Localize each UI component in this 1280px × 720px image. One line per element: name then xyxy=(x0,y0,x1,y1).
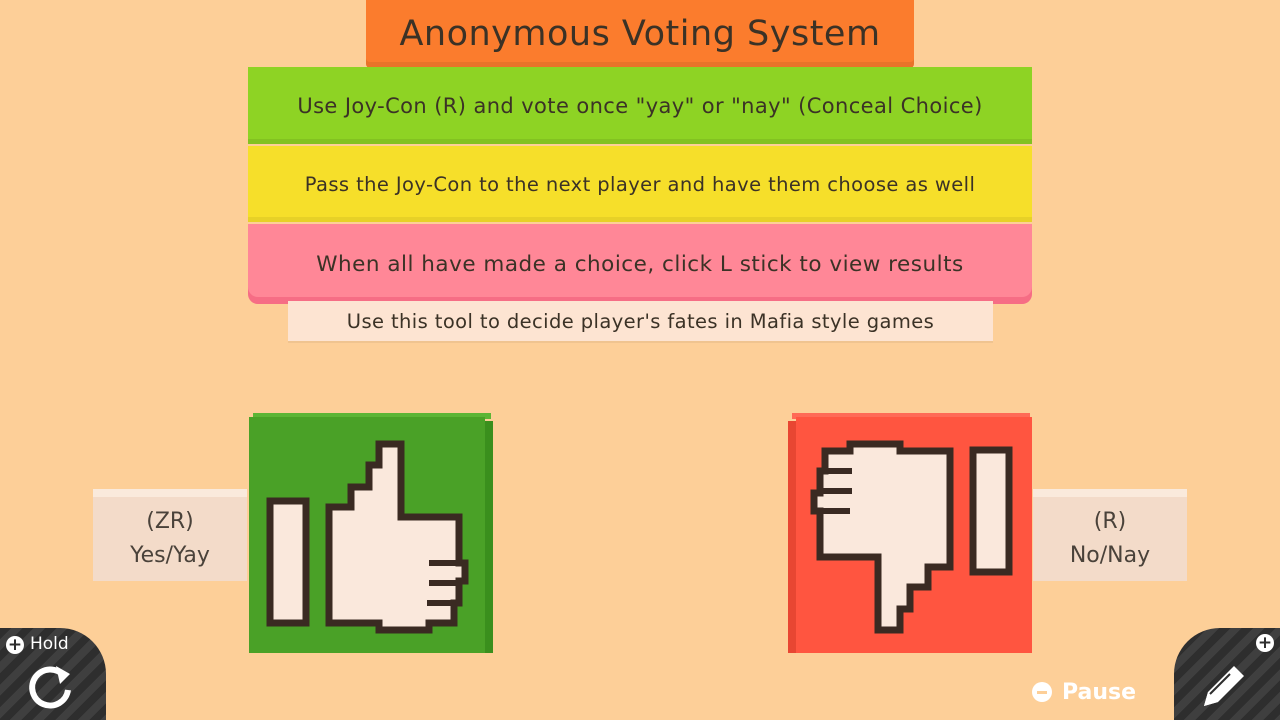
plus-icon: + xyxy=(6,635,24,655)
instruction-pass: Pass the Joy-Con to the next player and … xyxy=(248,146,1032,222)
pencil-icon xyxy=(1204,666,1244,706)
thumbs-up-icon xyxy=(266,440,469,634)
minus-icon xyxy=(1032,682,1052,702)
no-label: No/Nay xyxy=(1069,543,1151,568)
reset-icon xyxy=(29,666,71,709)
yes-vote-block[interactable] xyxy=(249,413,493,657)
no-button-label: (R) No/Nay xyxy=(1033,489,1187,581)
pause-label: Pause xyxy=(1062,679,1137,705)
no-vote-block[interactable] xyxy=(788,413,1032,657)
thumbs-down-icon xyxy=(810,440,1013,634)
yes-button-hint: (ZR) xyxy=(146,509,194,534)
yes-button-label: (ZR) Yes/Yay xyxy=(93,489,247,581)
edit-button[interactable]: + xyxy=(1174,628,1280,720)
pause-button[interactable]: Pause xyxy=(1032,677,1136,707)
instruction-results: When all have made a choice, click L sti… xyxy=(248,224,1032,304)
hold-label: Hold xyxy=(30,634,69,654)
reset-hold-button[interactable]: + Hold xyxy=(0,628,106,720)
page-title: Anonymous Voting System xyxy=(366,0,914,68)
plus-icon: + xyxy=(1256,633,1274,653)
usage-note: Use this tool to decide player's fates i… xyxy=(288,301,993,341)
no-button-hint: (R) xyxy=(1093,509,1127,534)
yes-label: Yes/Yay xyxy=(130,543,210,568)
instruction-vote: Use Joy-Con (R) and vote once "yay" or "… xyxy=(248,67,1032,144)
